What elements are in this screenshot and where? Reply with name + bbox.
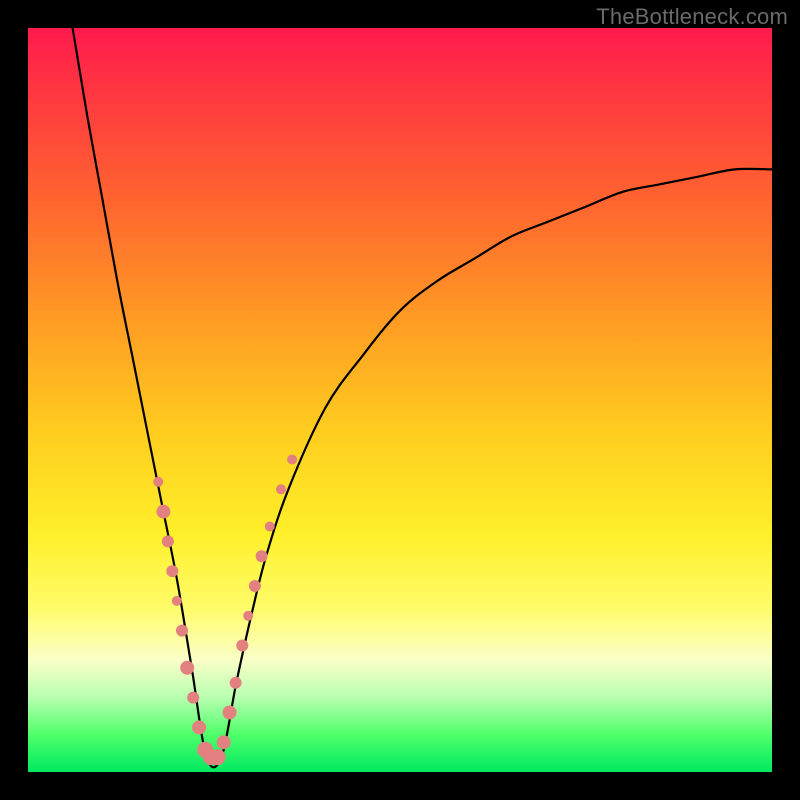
data-marker [172,596,182,606]
data-marker [256,550,268,562]
data-marker [276,484,286,494]
data-marker [156,505,170,519]
data-marker [236,640,248,652]
data-marker [192,720,206,734]
data-marker [287,455,297,465]
watermark-text: TheBottleneck.com [596,4,788,30]
curve-layer [28,28,772,772]
data-marker [243,611,253,621]
data-marker [249,580,261,592]
data-marker [187,692,199,704]
data-marker [166,565,178,577]
data-marker [223,706,237,720]
data-marker [162,535,174,547]
bottleneck-curve [73,28,772,767]
plot-area [28,28,772,772]
data-marker [217,735,231,749]
chart-frame: TheBottleneck.com [0,0,800,800]
marker-group [153,455,297,766]
data-marker [153,477,163,487]
data-marker [230,677,242,689]
data-marker [180,661,194,675]
data-marker [265,522,275,532]
data-marker [210,749,226,765]
data-marker [176,625,188,637]
